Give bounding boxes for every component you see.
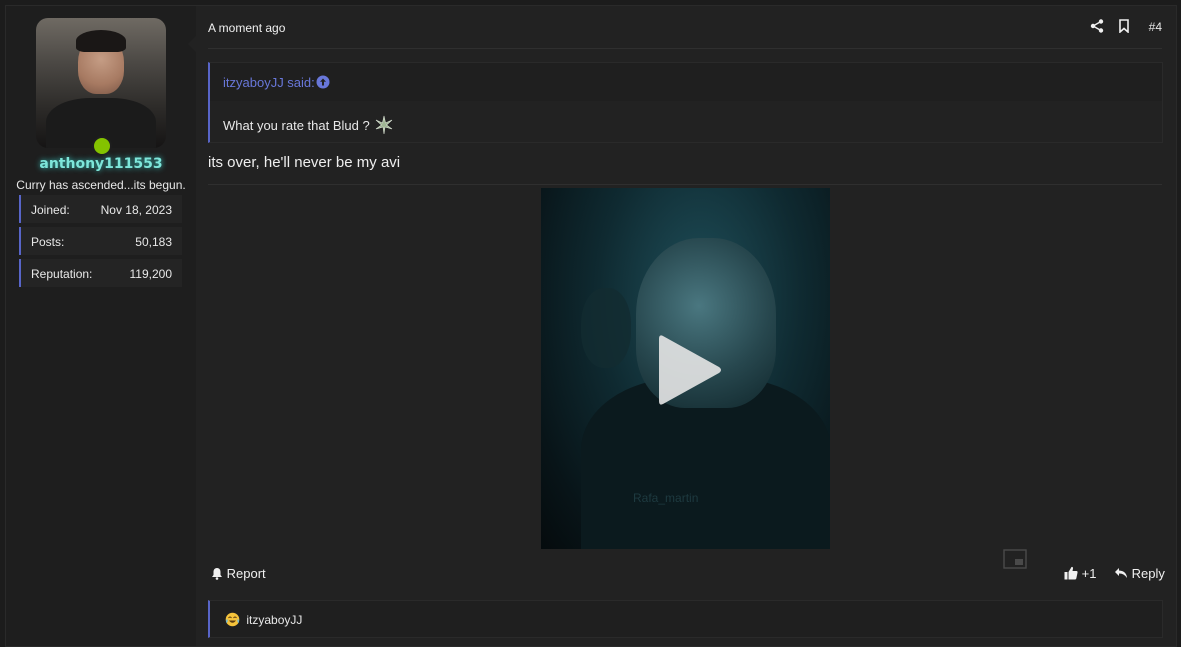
stat-joined: Joined: Nov 18, 2023	[19, 195, 182, 223]
reply-icon	[1114, 567, 1128, 582]
tears-of-joy-emoji-icon	[225, 612, 240, 630]
stat-label: Posts:	[31, 235, 65, 249]
stat-value[interactable]: 50,183	[135, 235, 172, 249]
share-icon[interactable]	[1090, 19, 1104, 38]
like-count: +1	[1081, 566, 1097, 581]
video-watermark: Rafa_martin	[633, 491, 699, 505]
leaf-emoji-icon	[374, 115, 394, 138]
quote-body: What you rate that Blud ?	[223, 115, 394, 138]
report-label: Report	[226, 566, 266, 581]
reply-button[interactable]: Reply	[1114, 566, 1165, 582]
report-button[interactable]: Report	[211, 566, 266, 583]
online-status-indicator	[92, 136, 112, 156]
bookmark-icon[interactable]	[1118, 19, 1130, 38]
reaction-entry[interactable]: itzyaboyJJ	[225, 612, 302, 630]
quote-author[interactable]: itzyaboyJJ said:	[223, 75, 315, 90]
header-divider	[208, 48, 1162, 49]
stat-reputation: Reputation: 119,200	[19, 259, 182, 287]
quote-block: itzyaboyJJ said: What you rate that Blud…	[208, 62, 1163, 143]
stat-posts: Posts: 50,183	[19, 227, 182, 255]
post-message: its over, he'll never be my avi	[208, 154, 401, 171]
post-timestamp[interactable]: A moment ago	[208, 21, 285, 35]
reactions-bar[interactable]: itzyaboyJJ	[208, 600, 1163, 638]
quote-text: What you rate that Blud ?	[223, 117, 370, 133]
post-top-actions: #4	[1082, 18, 1162, 36]
stat-label: Reputation:	[31, 267, 93, 281]
user-sidebar: anthony111553 Curry has ascended...its b…	[6, 6, 196, 646]
reply-label: Reply	[1131, 566, 1165, 581]
quote-header: itzyaboyJJ said:	[210, 63, 1162, 101]
stat-value: Nov 18, 2023	[100, 203, 172, 217]
go-to-quote-icon[interactable]	[316, 75, 330, 94]
stat-value: 119,200	[129, 267, 173, 281]
like-button[interactable]: +1	[1064, 566, 1096, 583]
avatar[interactable]	[36, 18, 166, 148]
post-container: anthony111553 Curry has ascended...its b…	[5, 5, 1177, 647]
post-number[interactable]: #4	[1149, 20, 1162, 34]
reaction-username: itzyaboyJJ	[246, 613, 303, 628]
bell-icon	[211, 567, 223, 583]
thumbs-up-icon	[1064, 566, 1078, 583]
username[interactable]: anthony111553	[6, 156, 196, 172]
user-title: Curry has ascended...its begun.	[16, 178, 186, 192]
picture-in-picture-icon[interactable]	[1003, 549, 1027, 574]
play-icon[interactable]	[655, 330, 725, 415]
message-divider	[208, 184, 1162, 185]
video-player[interactable]: Rafa_martin	[541, 188, 830, 549]
stat-label: Joined:	[31, 203, 70, 217]
sidebar-pointer	[188, 34, 198, 54]
